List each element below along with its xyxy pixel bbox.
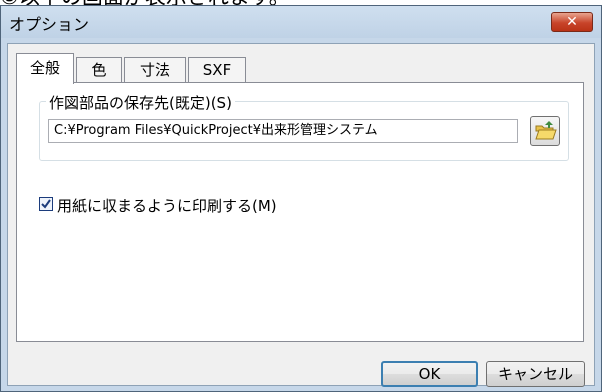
- save-location-group: 作図部品の保存先(既定)(S) C:¥Program Files¥QuickPr…: [39, 92, 569, 161]
- checkmark-icon: [41, 199, 51, 209]
- tab-dimension[interactable]: 寸法: [124, 57, 186, 83]
- close-icon: ✕: [566, 14, 578, 30]
- dialog-client-area: 全般 色 寸法 SXF 作図部品の保存先(既定)(S) C:¥Program F…: [7, 43, 595, 387]
- tab-sxf-label: SXF: [202, 61, 232, 79]
- tab-general-label: 全般: [29, 59, 60, 77]
- tab-color-label: 色: [91, 61, 107, 79]
- browse-folder-button[interactable]: [530, 116, 560, 146]
- tab-dimension-label: 寸法: [139, 61, 170, 79]
- options-dialog: オプション ✕ 全般 色 寸法 SXF 作図部品の保存先(既定)(S) C:¥P…: [0, 5, 602, 392]
- tab-general[interactable]: 全般: [16, 53, 74, 84]
- tab-color[interactable]: 色: [76, 57, 122, 83]
- ok-button[interactable]: OK: [381, 361, 478, 387]
- save-path-field[interactable]: C:¥Program Files¥QuickProject¥出来形管理システム: [48, 119, 518, 143]
- fit-to-paper-checkbox[interactable]: [39, 197, 53, 211]
- tab-sxf[interactable]: SXF: [188, 57, 246, 83]
- general-tab-panel: 作図部品の保存先(既定)(S) C:¥Program Files¥QuickPr…: [16, 82, 584, 342]
- dialog-title: オプション: [9, 15, 90, 34]
- cancel-button[interactable]: キャンセル: [486, 361, 585, 387]
- fit-to-paper-label: 用紙に収まるように印刷する(M): [57, 197, 277, 215]
- folder-open-icon: [535, 121, 557, 140]
- close-button[interactable]: ✕: [551, 12, 593, 32]
- save-location-label: 作図部品の保存先(既定)(S): [46, 92, 235, 113]
- title-bar[interactable]: オプション ✕: [1, 6, 601, 38]
